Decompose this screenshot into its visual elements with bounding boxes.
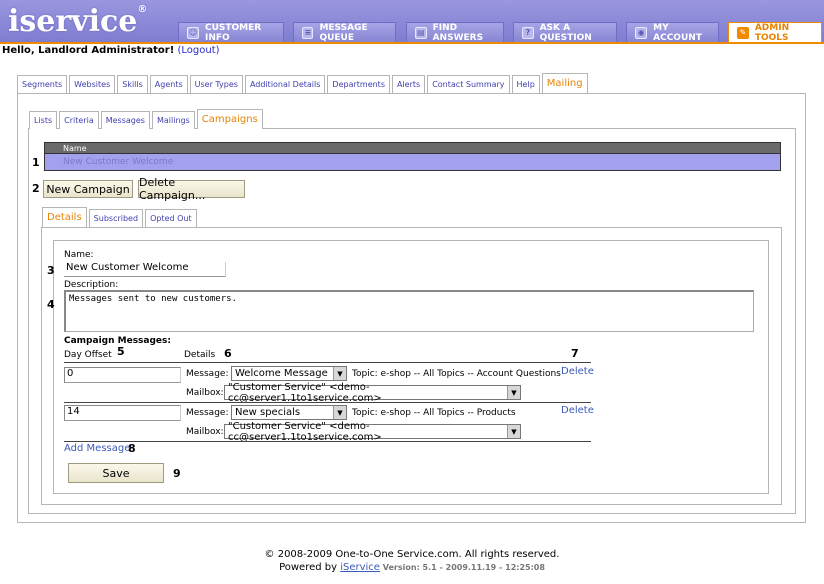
campaign-name-field[interactable]: New Customer Welcome xyxy=(64,262,226,277)
tab-user-types[interactable]: User Types xyxy=(189,75,243,93)
save-button[interactable]: Save xyxy=(68,463,164,483)
message-select[interactable]: New specials ▼ xyxy=(231,405,347,420)
topic-text: Topic: e-shop -- All Topics -- Account Q… xyxy=(352,369,561,379)
tab-mailings[interactable]: Mailings xyxy=(151,111,195,129)
dropdown-arrow-icon: ▼ xyxy=(507,425,520,438)
tab-messages[interactable]: Messages xyxy=(100,111,150,129)
top-header: iservice® ☺ CUSTOMER INFO ≡ MESSAGE QUEUE … xyxy=(0,0,824,43)
description-label: Description: xyxy=(64,280,119,290)
nav-find-answers[interactable]: ▤ FIND ANSWERS xyxy=(406,22,504,43)
divider xyxy=(64,402,591,403)
topic-text: Topic: e-shop -- All Topics -- Products xyxy=(352,408,516,418)
message-label: Message: xyxy=(186,369,229,379)
question-icon: ? xyxy=(522,26,534,39)
wrench-icon: ✎ xyxy=(737,26,749,39)
version-text: Version: 5.1 - 2009.11.19 - 12:25:08 xyxy=(379,563,545,572)
marker-9: 9 xyxy=(173,467,181,480)
greeting-text: Hello, Landlord Administrator! xyxy=(2,45,175,56)
tab-additional-details[interactable]: Additional Details xyxy=(244,75,326,93)
nav-customer-info[interactable]: ☺ CUSTOMER INFO xyxy=(178,22,284,43)
tab-segments[interactable]: Segments xyxy=(17,75,68,93)
day-offset-field[interactable]: 14 xyxy=(64,405,181,421)
tab-criteria[interactable]: Criteria xyxy=(59,111,99,129)
tab-mailing[interactable]: Mailing xyxy=(541,73,588,93)
powered-by: Powered by iService Version: 5.1 - 2009.… xyxy=(279,562,545,573)
marker-4: 4 xyxy=(47,298,55,311)
tab-help[interactable]: Help xyxy=(511,75,540,93)
marker-8: 8 xyxy=(128,442,136,455)
account-icon: ◉ xyxy=(635,26,648,39)
mailbox-select[interactable]: "Customer Service" <demo-cc@server1.1to1… xyxy=(224,382,521,404)
tab-contact-summary[interactable]: Contact Summary xyxy=(427,75,510,93)
delete-message-link[interactable]: Delete xyxy=(561,366,594,377)
customer-icon: ☺ xyxy=(187,26,199,39)
nav-message-queue[interactable]: ≡ MESSAGE QUEUE xyxy=(293,22,396,43)
add-message-link[interactable]: Add Message xyxy=(64,443,130,454)
details-header: Details xyxy=(184,350,216,360)
marker-3: 3 xyxy=(47,264,55,277)
mailbox-select[interactable]: "Customer Service" <demo-cc@server1.1to1… xyxy=(224,421,521,443)
tab-websites[interactable]: Websites xyxy=(69,75,116,93)
tab-alerts[interactable]: Alerts xyxy=(391,75,426,93)
tab-opted-out[interactable]: Opted Out xyxy=(145,209,197,227)
header-accent-line xyxy=(0,42,824,44)
divider xyxy=(64,362,591,363)
tab-details[interactable]: Details xyxy=(42,207,87,227)
name-label: Name: xyxy=(64,250,94,260)
description-textarea[interactable]: Messages sent to new customers. xyxy=(64,290,754,332)
detail-tab-bar: Details Subscribed Opted Out xyxy=(42,207,197,227)
message-select[interactable]: Welcome Message ▼ xyxy=(231,366,347,381)
marker-5: 5 xyxy=(117,345,125,358)
mailbox-label: Mailbox: xyxy=(186,388,224,398)
iservice-logo: iservice® xyxy=(8,4,148,39)
copyright: © 2008-2009 One-to-One Service.com. All … xyxy=(264,549,560,560)
marker-2: 2 xyxy=(32,182,40,195)
campaign-row[interactable]: New Customer Welcome xyxy=(44,154,781,171)
tab-campaigns[interactable]: Campaigns xyxy=(196,109,263,129)
marker-7: 7 xyxy=(571,347,579,360)
nav-my-account[interactable]: ◉ MY ACCOUNT xyxy=(626,22,719,43)
tab-departments[interactable]: Departments xyxy=(327,75,390,93)
iservice-link[interactable]: iService xyxy=(340,562,380,573)
day-offset-header: Day Offset xyxy=(64,350,112,360)
tab-subscribed[interactable]: Subscribed xyxy=(88,209,144,227)
nav-ask-question[interactable]: ? ASK A QUESTION xyxy=(513,22,617,43)
dropdown-arrow-icon: ▼ xyxy=(333,406,346,419)
message-label: Message: xyxy=(186,408,229,418)
mailing-tab-bar: Lists Criteria Messages Mailings Campaig… xyxy=(29,109,263,129)
logout-link[interactable]: (Logout) xyxy=(177,45,219,56)
admin-tab-bar: Segments Websites Skills Agents User Typ… xyxy=(17,73,588,93)
mailbox-label: Mailbox: xyxy=(186,427,224,437)
new-campaign-button[interactable]: New Campaign xyxy=(43,180,133,198)
queue-icon: ≡ xyxy=(302,26,314,39)
campaign-grid-header: Name xyxy=(44,142,781,154)
delete-campaign-button[interactable]: Delete Campaign... xyxy=(138,176,245,202)
marker-1: 1 xyxy=(32,156,40,169)
greeting: Hello, Landlord Administrator! (Logout) xyxy=(2,45,220,56)
tab-skills[interactable]: Skills xyxy=(117,75,148,93)
nav-admin-tools[interactable]: ✎ ADMIN TOOLS xyxy=(728,22,822,43)
tab-agents[interactable]: Agents xyxy=(149,75,188,93)
dropdown-arrow-icon: ▼ xyxy=(507,386,520,399)
tab-lists[interactable]: Lists xyxy=(29,111,58,129)
dropdown-arrow-icon: ▼ xyxy=(333,367,346,380)
delete-message-link[interactable]: Delete xyxy=(561,405,594,416)
book-icon: ▤ xyxy=(415,26,427,39)
marker-6: 6 xyxy=(224,347,232,360)
divider xyxy=(64,441,591,442)
day-offset-field[interactable]: 0 xyxy=(64,367,181,383)
